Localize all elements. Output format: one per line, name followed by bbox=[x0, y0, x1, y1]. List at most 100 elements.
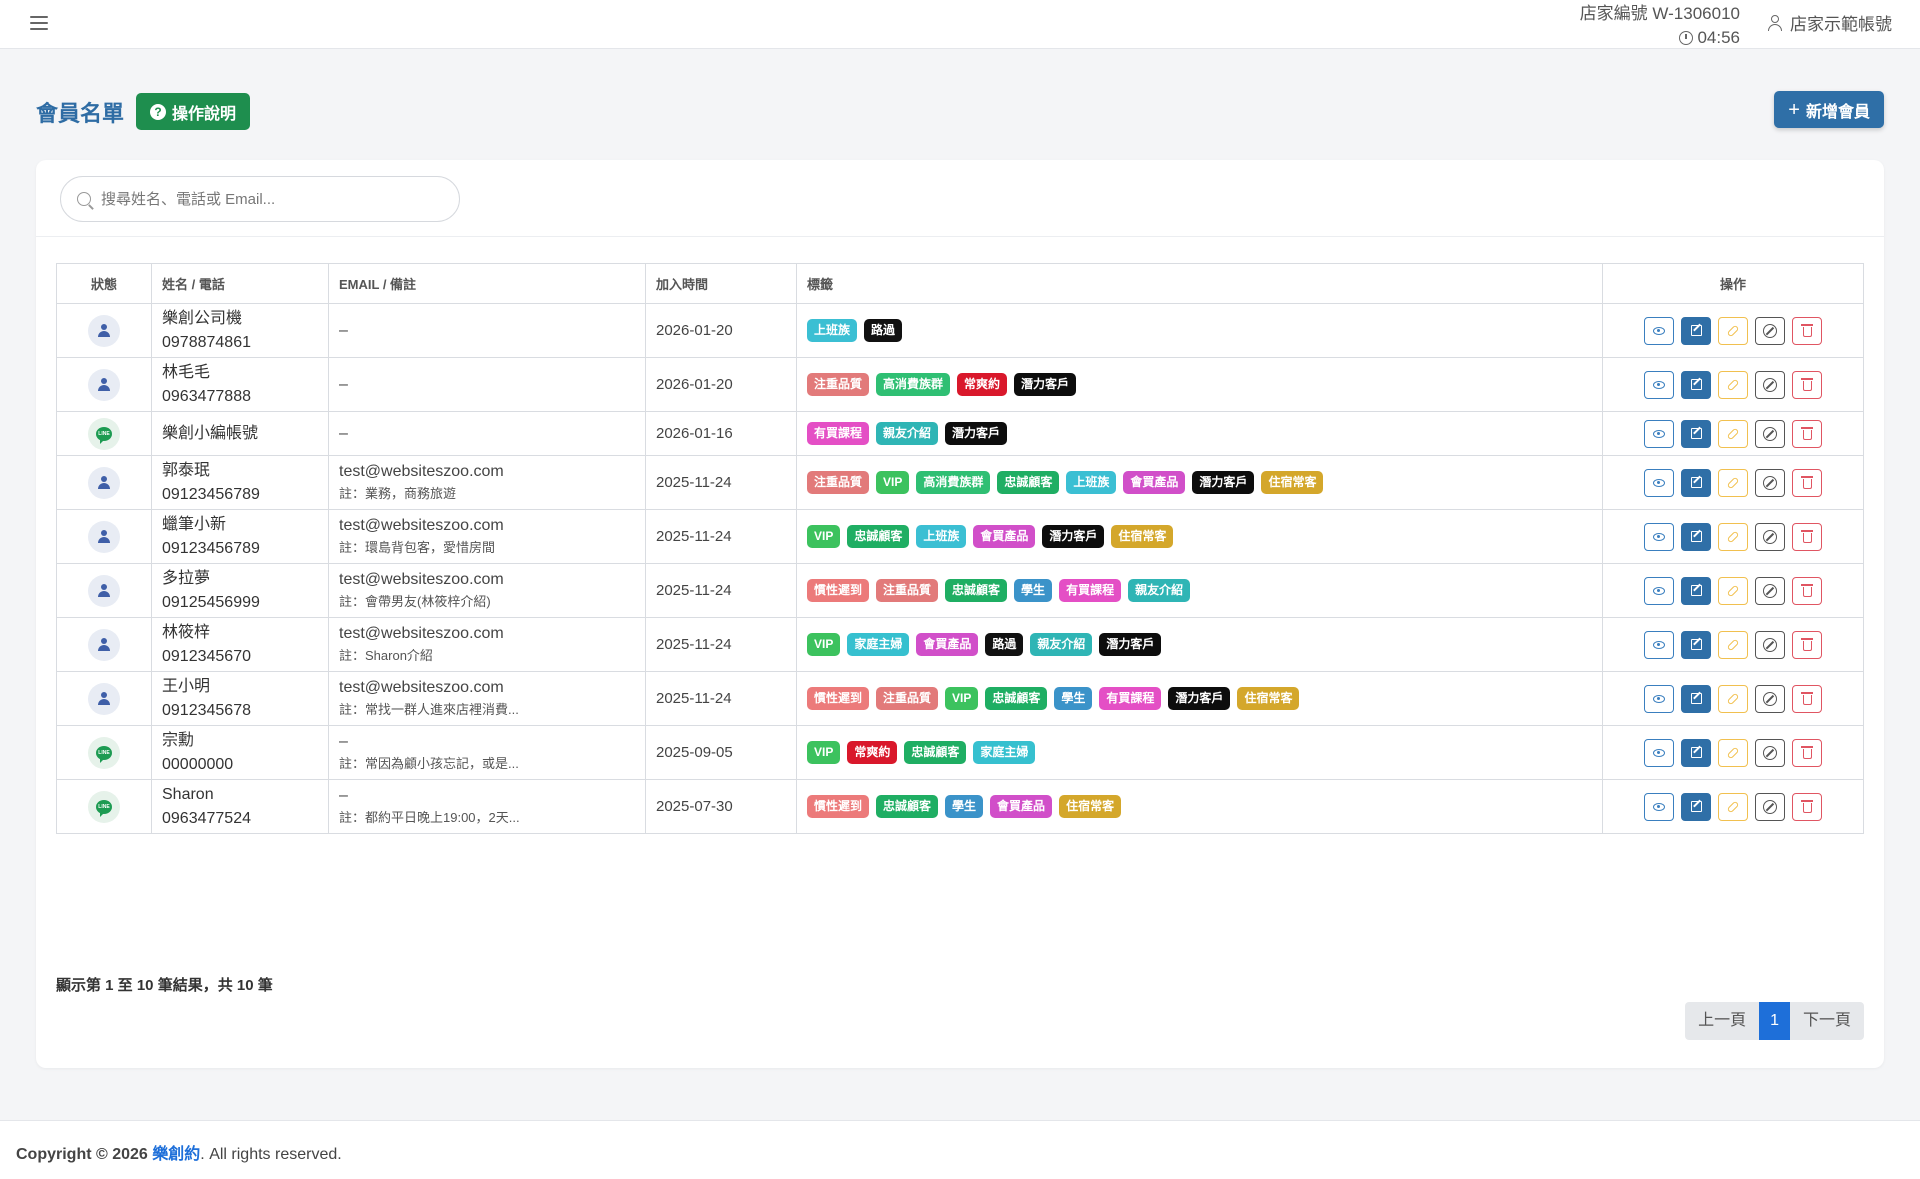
prev-page-button[interactable]: 上一頁 bbox=[1685, 1002, 1760, 1040]
delete-button[interactable] bbox=[1792, 630, 1822, 659]
link-button[interactable] bbox=[1718, 738, 1748, 767]
edit-button[interactable] bbox=[1681, 419, 1711, 448]
member-tag: 家庭主婦 bbox=[973, 741, 1036, 764]
link-button[interactable] bbox=[1718, 630, 1748, 659]
edit-button[interactable] bbox=[1681, 468, 1711, 497]
join-date-cell: 2025-11-24 bbox=[645, 509, 797, 564]
edit-button[interactable] bbox=[1681, 738, 1711, 767]
member-tag: 上班族 bbox=[916, 525, 967, 548]
email-note-cell: – bbox=[328, 303, 646, 358]
link-button[interactable] bbox=[1718, 468, 1748, 497]
member-phone: 0963477524 bbox=[162, 809, 251, 827]
delete-button[interactable] bbox=[1792, 419, 1822, 448]
email-note-cell: – bbox=[328, 357, 646, 412]
link-icon bbox=[1726, 800, 1740, 813]
delete-button[interactable] bbox=[1792, 738, 1822, 767]
link-button[interactable] bbox=[1718, 792, 1748, 821]
name-phone-cell: 林筱梓 0912345670 bbox=[151, 617, 329, 672]
block-button[interactable] bbox=[1755, 738, 1785, 767]
col-status: 狀態 bbox=[56, 263, 152, 304]
row-actions bbox=[1613, 576, 1853, 605]
member-note: 註：都約平日晚上19:00，2天... bbox=[339, 809, 520, 825]
block-button[interactable] bbox=[1755, 468, 1785, 497]
line-account-icon: LINE bbox=[88, 790, 120, 823]
row-actions bbox=[1613, 684, 1853, 713]
trash-icon bbox=[1800, 584, 1813, 597]
trash-icon bbox=[1800, 378, 1813, 391]
block-button[interactable] bbox=[1755, 370, 1785, 399]
join-date-cell: 2025-07-30 bbox=[645, 779, 797, 834]
row-actions bbox=[1613, 738, 1853, 767]
delete-button[interactable] bbox=[1792, 684, 1822, 713]
delete-button[interactable] bbox=[1792, 576, 1822, 605]
table-row: 樂創公司機 0978874861 – 2026-01-20 上班族 路過 bbox=[56, 303, 1864, 358]
view-button[interactable] bbox=[1644, 419, 1674, 448]
edit-button[interactable] bbox=[1681, 522, 1711, 551]
delete-button[interactable] bbox=[1792, 522, 1822, 551]
member-name: 宗勳 bbox=[162, 731, 195, 749]
block-button[interactable] bbox=[1755, 522, 1785, 551]
block-button[interactable] bbox=[1755, 419, 1785, 448]
name-phone-cell: 樂創小編帳號 bbox=[151, 411, 329, 456]
status-cell bbox=[56, 671, 152, 726]
view-button[interactable] bbox=[1644, 316, 1674, 345]
edit-button[interactable] bbox=[1681, 370, 1711, 399]
edit-button[interactable] bbox=[1681, 576, 1711, 605]
brand-link[interactable]: 樂創約 bbox=[152, 1146, 200, 1163]
member-name: 郭泰珉 bbox=[162, 461, 211, 479]
tag-list: 注重品質 高消費族群 常爽約 潛力客戶 bbox=[807, 373, 1592, 396]
member-avatar-icon bbox=[88, 314, 120, 347]
member-phone: 0912345670 bbox=[162, 647, 251, 665]
delete-button[interactable] bbox=[1792, 468, 1822, 497]
edit-button[interactable] bbox=[1681, 630, 1711, 659]
delete-button[interactable] bbox=[1792, 792, 1822, 821]
email-note-cell: test@websiteszoo.com 註：會帶男友(林筱梓介紹) bbox=[328, 563, 646, 618]
link-button[interactable] bbox=[1718, 576, 1748, 605]
eye-icon bbox=[1653, 380, 1665, 389]
delete-button[interactable] bbox=[1792, 370, 1822, 399]
delete-button[interactable] bbox=[1792, 316, 1822, 345]
page-1-button[interactable]: 1 bbox=[1759, 1002, 1790, 1040]
member-avatar-icon bbox=[88, 682, 120, 715]
edit-button[interactable] bbox=[1681, 684, 1711, 713]
view-button[interactable] bbox=[1644, 792, 1674, 821]
block-button[interactable] bbox=[1755, 684, 1785, 713]
link-button[interactable] bbox=[1718, 316, 1748, 345]
next-page-button[interactable]: 下一頁 bbox=[1789, 1002, 1864, 1040]
link-button[interactable] bbox=[1718, 684, 1748, 713]
search-box[interactable] bbox=[60, 176, 460, 222]
view-button[interactable] bbox=[1644, 684, 1674, 713]
view-button[interactable] bbox=[1644, 738, 1674, 767]
help-button[interactable]: ? 操作說明 bbox=[136, 93, 251, 130]
menu-icon[interactable] bbox=[30, 13, 48, 30]
link-button[interactable] bbox=[1718, 370, 1748, 399]
edit-button[interactable] bbox=[1681, 792, 1711, 821]
view-button[interactable] bbox=[1644, 576, 1674, 605]
question-icon: ? bbox=[150, 103, 166, 120]
link-button[interactable] bbox=[1718, 522, 1748, 551]
col-actions: 操作 bbox=[1602, 263, 1864, 304]
member-tag: 路過 bbox=[864, 319, 903, 342]
block-button[interactable] bbox=[1755, 630, 1785, 659]
add-member-button[interactable]: + 新增會員 bbox=[1774, 91, 1884, 128]
account-menu[interactable]: 店家示範帳號 bbox=[1766, 10, 1892, 35]
member-name: Sharon bbox=[162, 785, 214, 803]
member-tag: 上班族 bbox=[807, 319, 858, 342]
block-button[interactable] bbox=[1755, 316, 1785, 345]
edit-button[interactable] bbox=[1681, 316, 1711, 345]
block-button[interactable] bbox=[1755, 792, 1785, 821]
member-tag: 潛力客戶 bbox=[1168, 687, 1231, 710]
block-button[interactable] bbox=[1755, 576, 1785, 605]
search-input[interactable] bbox=[99, 189, 433, 209]
member-tag: VIP bbox=[807, 741, 841, 764]
link-button[interactable] bbox=[1718, 419, 1748, 448]
member-tag: 潛力客戶 bbox=[1042, 525, 1105, 548]
view-button[interactable] bbox=[1644, 522, 1674, 551]
view-button[interactable] bbox=[1644, 468, 1674, 497]
member-tag: 上班族 bbox=[1066, 471, 1117, 494]
actions-cell bbox=[1602, 509, 1864, 564]
view-button[interactable] bbox=[1644, 370, 1674, 399]
add-member-label: 新增會員 bbox=[1805, 103, 1870, 121]
member-tag: 親友介紹 bbox=[1030, 633, 1093, 656]
view-button[interactable] bbox=[1644, 630, 1674, 659]
